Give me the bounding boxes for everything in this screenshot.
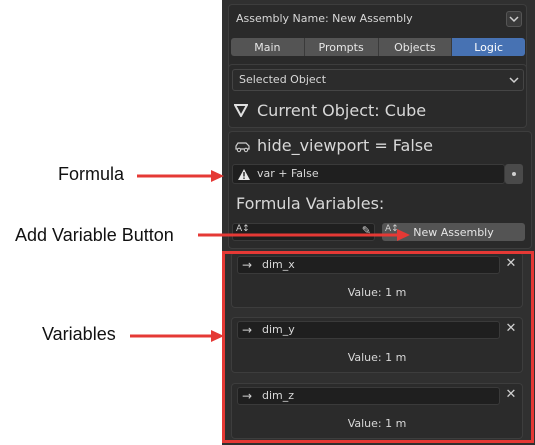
new-assembly-button[interactable]: A↕ New Assembly [382,223,525,241]
dot-icon [512,172,516,176]
variable-sort-icon: A↕ [236,224,250,234]
formula-options-button[interactable] [505,164,523,184]
car-icon [235,142,250,153]
selected-object-label: Selected Object [239,73,327,86]
new-assembly-label: New Assembly [413,225,494,239]
variable-type-field[interactable]: A↕ ✎ [232,223,375,241]
annotation-variables: Variables [42,324,116,344]
tab-main[interactable]: Main [231,38,305,56]
tab-objects[interactable]: Objects [378,38,453,56]
arrow-variables [130,330,224,342]
warning-icon [238,169,250,180]
chevron-down-icon [509,15,519,22]
formula-field[interactable]: var + False [232,164,505,184]
mesh-triangle-icon [234,104,248,117]
formula-variables-label: Formula Variables: [236,194,385,213]
tab-prompts[interactable]: Prompts [304,38,379,56]
formula-text: var + False [257,167,319,180]
chevron-down-icon [509,77,519,84]
variables-highlight-box [222,251,534,443]
assembly-dropdown-button[interactable] [506,11,522,27]
assembly-name-label: Assembly Name: New Assembly [236,12,413,25]
selected-object-dropdown[interactable]: Selected Object [232,69,524,91]
annotation-add-variable: Add Variable Button [15,225,174,245]
current-object-label: Current Object: Cube [257,101,427,120]
driver-property-label: hide_viewport = False [257,136,433,155]
arrow-formula [137,170,224,182]
eyedropper-icon[interactable]: ✎ [362,224,371,237]
annotation-formula: Formula [58,164,125,184]
new-assembly-sort-icon: A↕ [385,224,399,234]
tab-bar: Main Prompts Objects Logic [231,38,525,56]
tab-logic[interactable]: Logic [452,38,525,56]
